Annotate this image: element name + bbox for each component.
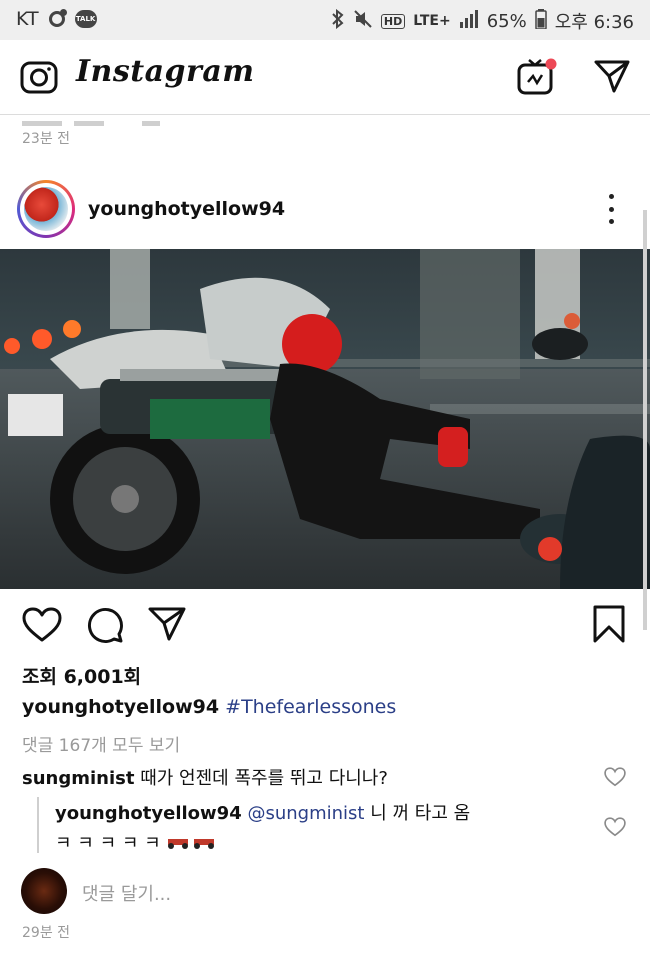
lte-label: LTE+ [413,13,451,29]
hd-badge: HD [380,13,406,29]
carrier-label: KT [16,8,39,30]
reply-text: 니 꺼 타고 옴 [370,803,471,824]
view-count: 조회 6,001회 [22,666,142,688]
battery-icon [534,8,547,34]
status-bar-left: KT TALK [16,8,97,30]
reply-like-icon[interactable] [604,817,626,841]
comment-icon[interactable] [86,606,124,648]
scrollbar[interactable] [643,210,647,630]
share-icon[interactable] [148,606,186,646]
post-timestamp: 29분 전 [22,925,71,941]
comment-like-icon[interactable] [604,767,626,791]
instagram-logo: Instagram [76,54,255,89]
post-username[interactable]: younghotyellow94 [88,198,285,220]
previous-post-timestamp: 23분 전 [22,131,71,147]
more-icon[interactable] [604,194,618,224]
bookmark-icon[interactable] [592,605,626,647]
status-bar-right: HD LTE+ 65% 오후 6:36 [331,8,634,34]
direct-icon[interactable] [594,58,630,98]
comment-item: sungminist 때가 언젠데 폭주를 뛰고 다니나? [22,764,602,790]
signal-icon [459,9,479,33]
talk-icon: TALK [74,10,97,28]
reply-mention[interactable]: @sungminist [247,803,364,824]
comment-text: 때가 언젠데 폭주를 뛰고 다니나? [140,768,388,789]
mute-icon [353,9,373,34]
camera-icon[interactable] [20,58,58,100]
reply-text-line2: ㅋ ㅋ ㅋ ㅋ ㅋ [55,833,161,854]
clock: 오후 6:36 [554,12,634,33]
reply-username[interactable]: younghotyellow94 [55,803,242,824]
reply-item: younghotyellow94 @sungminist 니 꺼 타고 옴 ㅋ … [55,799,595,859]
video-frame-illustration [0,249,650,589]
view-all-comments-link[interactable]: 댓글 167개 모두 보기 [22,731,180,756]
reply-thread-line [37,797,39,853]
battery-percent: 65% [486,10,527,32]
caption-hashtag[interactable]: #Thefearlessones [225,696,396,718]
bluetooth-icon [331,8,345,34]
heart-icon[interactable] [22,607,62,647]
comment-username[interactable]: sungminist [22,768,134,789]
post-video[interactable] [0,249,650,589]
notification-icon [48,9,67,27]
previous-post-text-fragment [22,112,182,126]
caption-username[interactable]: younghotyellow94 [22,696,219,718]
igtv-icon[interactable] [516,56,558,102]
avatar[interactable] [24,187,68,231]
caption: younghotyellow94 #Thefearlessones [22,696,396,718]
add-comment-input[interactable]: 댓글 달기... [82,880,171,906]
motorcycle-emoji [166,833,218,854]
own-avatar [21,868,67,914]
